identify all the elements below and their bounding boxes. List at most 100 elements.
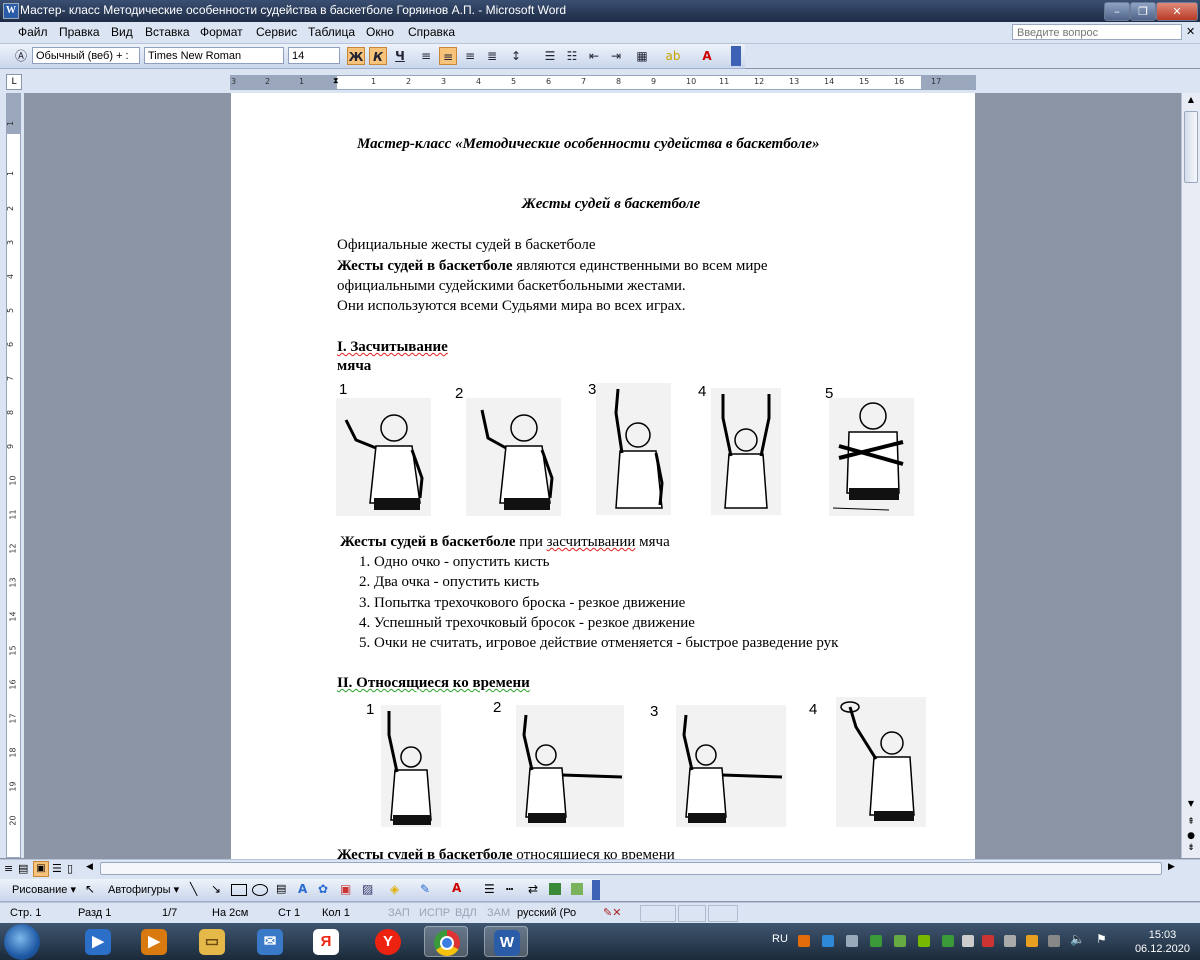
chrome-icon[interactable] bbox=[424, 926, 468, 957]
network-icon[interactable] bbox=[1048, 935, 1060, 947]
menu-help[interactable]: Справка bbox=[408, 25, 455, 39]
menu-window[interactable]: Окно bbox=[366, 25, 394, 39]
close-button[interactable]: ✕ bbox=[1156, 2, 1198, 21]
arrow-style-icon[interactable]: ⇄ bbox=[528, 882, 538, 896]
font-combo[interactable]: Times New Roman bbox=[144, 47, 284, 64]
font-color-icon[interactable]: A bbox=[698, 47, 716, 65]
rectangle-icon[interactable] bbox=[231, 884, 247, 896]
mail-icon[interactable]: ✉ bbox=[248, 926, 292, 957]
highlight-icon[interactable]: ab bbox=[664, 47, 682, 65]
ask-question-input[interactable]: Введите вопрос bbox=[1012, 24, 1182, 40]
select-objects-icon[interactable]: ↖ bbox=[85, 882, 95, 896]
draw-toolbar-options-icon[interactable] bbox=[592, 880, 600, 900]
italic-button[interactable]: К bbox=[369, 47, 387, 65]
line-spacing-icon[interactable]: ↕ bbox=[507, 47, 525, 65]
prev-page-icon[interactable]: ⇞ bbox=[1184, 817, 1198, 827]
draw-menu[interactable]: Рисование ▾ bbox=[12, 883, 76, 896]
status-trk[interactable]: ИСПР bbox=[419, 907, 450, 919]
align-right-icon[interactable]: ≡ bbox=[461, 47, 479, 65]
picture-icon[interactable]: ▨ bbox=[362, 882, 373, 896]
styles-pane-icon[interactable]: Ⓐ bbox=[12, 47, 30, 65]
scroll-thumb[interactable] bbox=[1184, 111, 1198, 183]
textbox-icon[interactable]: ▤ bbox=[276, 882, 286, 895]
web-view-icon[interactable]: ▤ bbox=[18, 862, 28, 875]
line-style-icon[interactable]: ☰ bbox=[484, 882, 495, 896]
diagram-icon[interactable]: ✿ bbox=[318, 882, 328, 896]
3d-icon[interactable] bbox=[571, 883, 583, 895]
tray-app-icon[interactable] bbox=[870, 935, 882, 947]
justify-icon[interactable]: ≣ bbox=[483, 47, 501, 65]
horizontal-ruler[interactable]: 3 2 1 1 2 3 4 5 6 7 8 9 10 11 12 13 14 1… bbox=[230, 75, 976, 90]
arrow-icon[interactable]: ↘ bbox=[211, 882, 221, 896]
close-doc-icon[interactable]: ✕ bbox=[1186, 25, 1195, 38]
minimize-button[interactable]: – bbox=[1104, 2, 1130, 21]
numbered-list-icon[interactable]: ☰ bbox=[541, 47, 559, 65]
tray-app-icon[interactable] bbox=[1026, 935, 1038, 947]
tab-selector-icon[interactable]: L bbox=[6, 74, 22, 90]
indent-marker-icon[interactable]: ⧗ bbox=[333, 76, 339, 86]
reading-view-icon[interactable]: ▯ bbox=[67, 862, 73, 875]
menu-tools[interactable]: Сервис bbox=[256, 25, 297, 39]
vertical-ruler[interactable]: 1 1 2 3 4 5 6 7 8 9 10 11 12 13 14 15 16… bbox=[6, 93, 21, 858]
horizontal-scroll-thumb[interactable] bbox=[100, 862, 1162, 875]
increase-indent-icon[interactable]: ⇥ bbox=[607, 47, 625, 65]
style-combo[interactable]: Обычный (веб) + : bbox=[32, 47, 140, 64]
yandex-browser-icon[interactable]: Y bbox=[366, 926, 410, 957]
yandex-icon[interactable]: Я bbox=[304, 926, 348, 957]
line-icon[interactable]: ╲ bbox=[190, 882, 197, 896]
explorer-folder-icon[interactable]: ▭ bbox=[190, 926, 234, 957]
normal-view-icon[interactable]: ≡ bbox=[4, 862, 13, 875]
line-color-icon[interactable]: ✎ bbox=[420, 882, 430, 896]
autoshapes-menu[interactable]: Автофигуры ▾ bbox=[108, 883, 179, 896]
shadow-icon[interactable] bbox=[549, 883, 561, 895]
underline-button[interactable]: Ч bbox=[391, 47, 409, 65]
fill-color-icon[interactable]: ◈ bbox=[390, 882, 399, 896]
tray-app-icon[interactable] bbox=[822, 935, 834, 947]
dash-style-icon[interactable]: ┅ bbox=[506, 882, 513, 896]
clipart-icon[interactable]: ▣ bbox=[340, 882, 351, 896]
bulleted-list-icon[interactable]: ☷ bbox=[563, 47, 581, 65]
outline-view-icon[interactable]: ☰ bbox=[52, 862, 62, 875]
next-page-icon[interactable]: ⇟ bbox=[1184, 843, 1198, 853]
select-browse-icon[interactable]: ● bbox=[1184, 831, 1198, 841]
document-page[interactable]: Мастер-класс «Методические особенности с… bbox=[231, 93, 975, 860]
spelling-status-icon[interactable]: ✎✕ bbox=[603, 906, 621, 919]
tray-app-icon[interactable] bbox=[846, 935, 858, 947]
media-center-icon[interactable]: ▶ bbox=[132, 926, 176, 957]
status-ext[interactable]: ВДЛ bbox=[455, 907, 477, 919]
menu-format[interactable]: Формат bbox=[200, 25, 243, 39]
toolbar-options-icon[interactable] bbox=[731, 46, 741, 66]
action-center-flag-icon[interactable]: ⚑ bbox=[1096, 932, 1107, 946]
tray-app-icon[interactable] bbox=[982, 935, 994, 947]
tray-app-icon[interactable] bbox=[1004, 935, 1016, 947]
tray-app-icon[interactable] bbox=[894, 935, 906, 947]
media-player-icon[interactable]: ▶ bbox=[76, 926, 120, 957]
nvidia-icon[interactable] bbox=[918, 935, 930, 947]
print-layout-icon[interactable]: ▣ bbox=[33, 861, 49, 877]
status-ovr[interactable]: ЗАМ bbox=[487, 907, 510, 919]
oval-icon[interactable] bbox=[252, 884, 268, 896]
status-language[interactable]: русский (Ро bbox=[517, 907, 576, 919]
menu-table[interactable]: Таблица bbox=[308, 25, 355, 39]
maximize-button[interactable]: ❐ bbox=[1130, 2, 1156, 21]
tray-app-icon[interactable] bbox=[942, 935, 954, 947]
language-indicator[interactable]: RU bbox=[772, 933, 788, 945]
font-size-combo[interactable]: 14 bbox=[288, 47, 340, 64]
clock[interactable]: 15:03 06.12.2020 bbox=[1135, 928, 1190, 956]
vertical-scrollbar[interactable]: ▲ ▼ ⇞ ● ⇟ bbox=[1181, 93, 1200, 858]
menu-insert[interactable]: Вставка bbox=[145, 25, 190, 39]
word-icon[interactable]: W bbox=[484, 926, 528, 957]
tray-app-icon[interactable] bbox=[798, 935, 810, 947]
wordart-icon[interactable]: A bbox=[298, 882, 307, 896]
decrease-indent-icon[interactable]: ⇤ bbox=[585, 47, 603, 65]
menu-edit[interactable]: Правка bbox=[59, 25, 100, 39]
status-rec[interactable]: ЗАП bbox=[388, 907, 410, 919]
scroll-right-icon[interactable]: ▶ bbox=[1168, 862, 1175, 872]
tray-app-icon[interactable] bbox=[962, 935, 974, 947]
borders-icon[interactable]: ▦ bbox=[633, 47, 651, 65]
start-orb-icon[interactable] bbox=[4, 924, 40, 960]
scroll-left-icon[interactable]: ◀ bbox=[86, 862, 93, 872]
menu-view[interactable]: Вид bbox=[111, 25, 133, 39]
volume-icon[interactable]: 🔈 bbox=[1070, 932, 1085, 946]
align-left-icon[interactable]: ≡ bbox=[417, 47, 435, 65]
